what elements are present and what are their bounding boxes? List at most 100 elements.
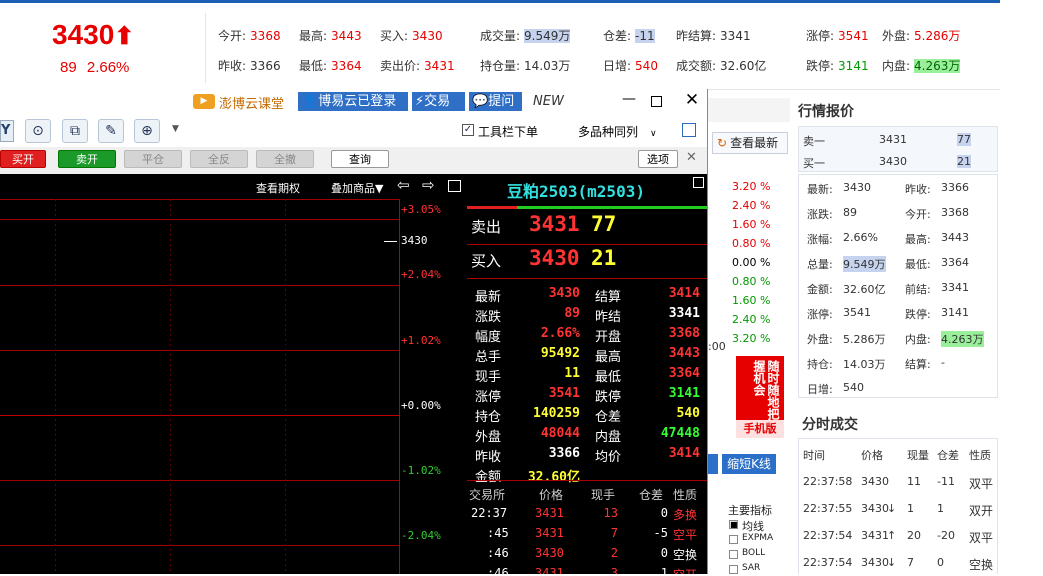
trade-nature: 双开: [969, 504, 994, 518]
top-stat-value: 5.286万: [914, 29, 961, 43]
quote-value: 48044: [540, 426, 580, 441]
stat-label: 跌停:: [905, 308, 931, 321]
stat-label: 涨幅:: [807, 233, 833, 246]
options-button[interactable]: 选项: [638, 150, 678, 168]
indicator-checkbox[interactable]: [729, 565, 738, 574]
indicator-checkbox[interactable]: [729, 550, 738, 559]
tick-time: :46: [487, 546, 509, 560]
tick-row: :46 3430 2 0 空换: [467, 546, 707, 566]
indicator-label: EXPMA: [742, 533, 774, 543]
quote-label: 昨收: [475, 450, 502, 465]
tick-price: 3431: [535, 506, 564, 520]
indicator-checkbox[interactable]: [729, 535, 738, 544]
indicator-title: 主要指标: [728, 504, 772, 517]
short-k-button[interactable]: 缩短K线: [722, 454, 776, 474]
top-stat: 日增: 540: [603, 57, 658, 74]
overlay-dropdown[interactable]: 叠加商品▼: [331, 180, 383, 196]
next-arrow-icon[interactable]: ⇨: [422, 176, 435, 194]
buy-volume: 21: [591, 246, 617, 270]
ask-question-link[interactable]: 💬提问: [469, 92, 522, 111]
cloud-login-link[interactable]: 👤博易云已登录: [298, 92, 408, 111]
quote-label: 开盘: [595, 330, 622, 345]
close-button[interactable]: ✕: [683, 90, 701, 112]
stat-value: 3443: [941, 231, 969, 244]
buy-open-button[interactable]: 买开: [0, 150, 46, 168]
clock-icon[interactable]: ⊙: [25, 119, 51, 143]
cancel-all-button[interactable]: 全撤: [256, 150, 314, 168]
close-position-button[interactable]: 平仓: [124, 150, 182, 168]
minimize-icon: —: [622, 91, 636, 107]
top-stat-value: -11: [635, 29, 655, 43]
quote-expand-icon[interactable]: [693, 177, 704, 188]
chevron-down-icon: ∨: [650, 129, 657, 139]
pct-axis-label: 3.20 %: [732, 180, 771, 193]
divider: [467, 244, 707, 245]
top-stat-value: 3430: [412, 29, 443, 43]
toolbar-order-checkbox[interactable]: ✓: [462, 124, 474, 136]
reverse-all-button[interactable]: 全反: [190, 150, 248, 168]
stat-label: 最新:: [807, 183, 833, 196]
tick-volume: 7: [610, 526, 618, 540]
pct-axis-label: +1.02%: [401, 334, 441, 347]
stat-value: 4.263万: [941, 331, 984, 347]
top-stat: 昨收: 3366: [218, 57, 281, 74]
promo-link-classroom[interactable]: 澎博云课堂: [219, 93, 284, 112]
trade-link[interactable]: ⚡交易: [412, 92, 465, 111]
up-arrow-icon: ↑: [887, 529, 897, 542]
top-stat-label: 日增:: [603, 59, 632, 73]
quote-panel: 行情报价 卖一 3431 77 买一 3430 21 最新: 3430 昨收: 336…: [790, 90, 1000, 574]
stat-value: 2.66%: [843, 231, 878, 244]
stat-value: 9.549万: [843, 256, 886, 272]
stat-value: 3366: [941, 181, 969, 194]
toolbar-btn-y[interactable]: Y: [0, 120, 14, 142]
query-button[interactable]: 查询: [331, 150, 389, 168]
trades-header: 仓差: [937, 449, 959, 462]
trade-nature: 空换: [969, 558, 994, 572]
trade-row: 22:37:55 3430 ↓ 1 1 双开: [799, 502, 999, 522]
top-stat-value: 3341: [720, 29, 751, 43]
quote-value: 2.66%: [540, 326, 580, 341]
sell-label: 卖出: [471, 218, 502, 236]
refresh-button[interactable]: ↻ 查看最新: [712, 132, 788, 154]
trade-volume: 1: [907, 502, 914, 515]
edit-icon[interactable]: ✎: [98, 119, 124, 143]
quote-label: 结算: [595, 290, 622, 305]
add-icon[interactable]: ⊕: [134, 119, 160, 143]
divider: [467, 480, 707, 481]
maximize-button[interactable]: [651, 96, 662, 107]
view-options-link[interactable]: 查看期权: [256, 180, 300, 196]
top-stat: 跌停: 3141: [806, 57, 869, 74]
panel-toggle-icon[interactable]: [448, 180, 461, 192]
more-dropdown-icon[interactable]: ▼: [172, 124, 179, 134]
top-stat-label: 持仓量:: [480, 59, 521, 73]
top-stat-label: 内盘:: [882, 59, 911, 73]
pct-axis-label: +2.04%: [401, 268, 441, 281]
mobile-ad[interactable]: 随时随地把握机会 手机版: [736, 356, 784, 438]
windows-icon[interactable]: ⧉: [62, 119, 88, 143]
minimize-button[interactable]: —: [620, 91, 638, 111]
stat-label: 涨停:: [807, 308, 833, 321]
sell-open-button[interactable]: 卖开: [58, 150, 116, 168]
layout-icon[interactable]: [682, 123, 696, 137]
close-order-bar-icon[interactable]: ✕: [686, 150, 697, 165]
quote-label: 最低: [595, 370, 622, 385]
quote-value: 3541: [548, 386, 580, 401]
new-label: NEW: [533, 94, 564, 109]
user-icon: 👤: [302, 94, 319, 109]
down-arrow-icon: ↓: [887, 502, 897, 515]
stat-label: 结算:: [905, 358, 931, 371]
tick-row: 22:37 3431 13 0 多换: [467, 506, 707, 526]
blue-tab[interactable]: [708, 454, 718, 474]
quote-value: 3430: [548, 286, 580, 301]
indicator-checkbox[interactable]: ■: [729, 520, 738, 529]
prev-arrow-icon[interactable]: ⇦: [397, 176, 410, 194]
top-stat: 外盘: 5.286万: [882, 27, 960, 44]
lightning-icon: ⚡: [415, 94, 425, 109]
tick-header: 性质: [673, 488, 698, 502]
quote-label: 最新: [475, 290, 502, 305]
quote-label: 金额: [475, 470, 502, 485]
multi-symbol-select[interactable]: 多品种同列 ∨: [578, 123, 657, 140]
time-fragment: :00: [708, 340, 726, 353]
top-stat-label: 买入:: [380, 29, 409, 43]
tick-nature: 空开: [673, 566, 697, 574]
